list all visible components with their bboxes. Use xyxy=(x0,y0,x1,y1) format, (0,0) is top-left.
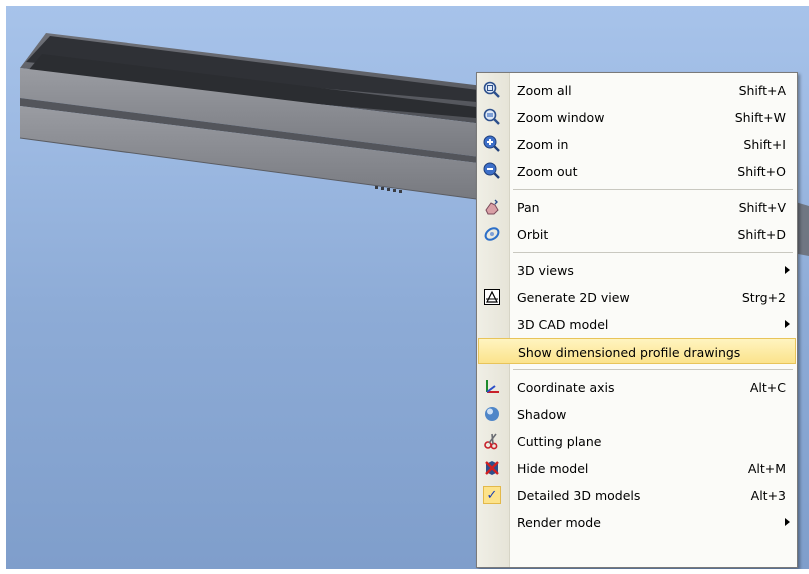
context-menu: Zoom all Shift+A Zoom window Shift+W Zoom in… xyxy=(476,72,798,568)
menu-item-label: Orbit xyxy=(517,227,549,242)
menu-item-shortcut: Shift+A xyxy=(738,83,786,98)
menu-item-zoom-all[interactable]: Zoom all Shift+A xyxy=(478,77,796,103)
menu-item-shortcut: Shift+I xyxy=(743,137,786,152)
orbit-icon xyxy=(482,225,502,243)
menu-item-label: Detailed 3D models xyxy=(517,488,641,503)
zoom-all-icon xyxy=(482,81,502,99)
menu-item-shortcut: Shift+W xyxy=(734,110,786,125)
menu-item-label: Zoom window xyxy=(517,110,605,125)
menu-item-zoom-out[interactable]: Zoom out Shift+O xyxy=(478,158,796,184)
menu-item-shortcut: Alt+M xyxy=(747,461,786,476)
coordinate-axis-icon xyxy=(482,378,502,396)
menu-separator xyxy=(513,369,793,370)
menu-item-shortcut: Strg+2 xyxy=(741,290,786,305)
menu-item-label: Zoom all xyxy=(517,83,572,98)
menu-item-shortcut: Shift+D xyxy=(737,227,786,242)
3d-viewport[interactable]: Zoom all Shift+A Zoom window Shift+W Zoom in… xyxy=(6,6,809,569)
menu-item-orbit[interactable]: Orbit Shift+D xyxy=(478,221,796,247)
menu-item-zoom-window[interactable]: Zoom window Shift+W xyxy=(478,104,796,130)
check-icon: ✓ xyxy=(482,486,502,504)
menu-item-3d-views[interactable]: 3D views xyxy=(478,257,796,283)
menu-item-render-mode[interactable]: Render mode xyxy=(478,509,796,535)
menu-item-zoom-in[interactable]: Zoom in Shift+I xyxy=(478,131,796,157)
menu-separator xyxy=(513,252,793,253)
menu-item-label: Render mode xyxy=(517,515,601,530)
menu-item-label: Hide model xyxy=(517,461,589,476)
menu-item-shortcut: Alt+C xyxy=(749,380,786,395)
menu-item-label: Shadow xyxy=(517,407,567,422)
menu-item-shortcut: Shift+O xyxy=(737,164,786,179)
zoom-window-icon xyxy=(482,108,502,126)
menu-item-pan[interactable]: Pan Shift+V xyxy=(478,194,796,220)
menu-item-show-dimensioned-profile-drawings[interactable]: Show dimensioned profile drawings xyxy=(478,338,796,364)
menu-item-label: Show dimensioned profile drawings xyxy=(518,345,741,360)
generate-2d-view-icon xyxy=(482,288,502,306)
shadow-icon xyxy=(482,405,502,423)
menu-item-label: 3D CAD model xyxy=(517,317,609,332)
menu-item-label: Pan xyxy=(517,200,540,215)
submenu-arrow-icon xyxy=(785,518,790,526)
menu-item-label: Generate 2D view xyxy=(517,290,630,305)
zoom-out-icon xyxy=(482,162,502,180)
menu-item-label: Coordinate axis xyxy=(517,380,615,395)
submenu-arrow-icon xyxy=(785,266,790,274)
pan-hand-icon xyxy=(482,198,502,216)
menu-item-3d-cad-model[interactable]: 3D CAD model xyxy=(478,311,796,337)
menu-separator xyxy=(513,189,793,190)
submenu-arrow-icon xyxy=(785,320,790,328)
menu-item-coordinate-axis[interactable]: Coordinate axis Alt+C xyxy=(478,374,796,400)
menu-item-shortcut: Alt+3 xyxy=(750,488,786,503)
menu-item-hide-model[interactable]: Hide model Alt+M xyxy=(478,455,796,481)
menu-item-label: Cutting plane xyxy=(517,434,602,449)
menu-item-cutting-plane[interactable]: Cutting plane xyxy=(478,428,796,454)
menu-item-shortcut: Shift+V xyxy=(738,200,786,215)
scissors-icon xyxy=(482,432,502,450)
menu-item-label: Zoom in xyxy=(517,137,569,152)
menu-item-detailed-3d-models[interactable]: ✓ Detailed 3D models Alt+3 xyxy=(478,482,796,508)
zoom-in-icon xyxy=(482,135,502,153)
hide-model-icon xyxy=(482,459,502,477)
menu-item-generate-2d-view[interactable]: Generate 2D view Strg+2 xyxy=(478,284,796,310)
menu-item-label: 3D views xyxy=(517,263,574,278)
checkmark: ✓ xyxy=(483,486,501,504)
menu-item-label: Zoom out xyxy=(517,164,578,179)
menu-item-shadow[interactable]: Shadow xyxy=(478,401,796,427)
